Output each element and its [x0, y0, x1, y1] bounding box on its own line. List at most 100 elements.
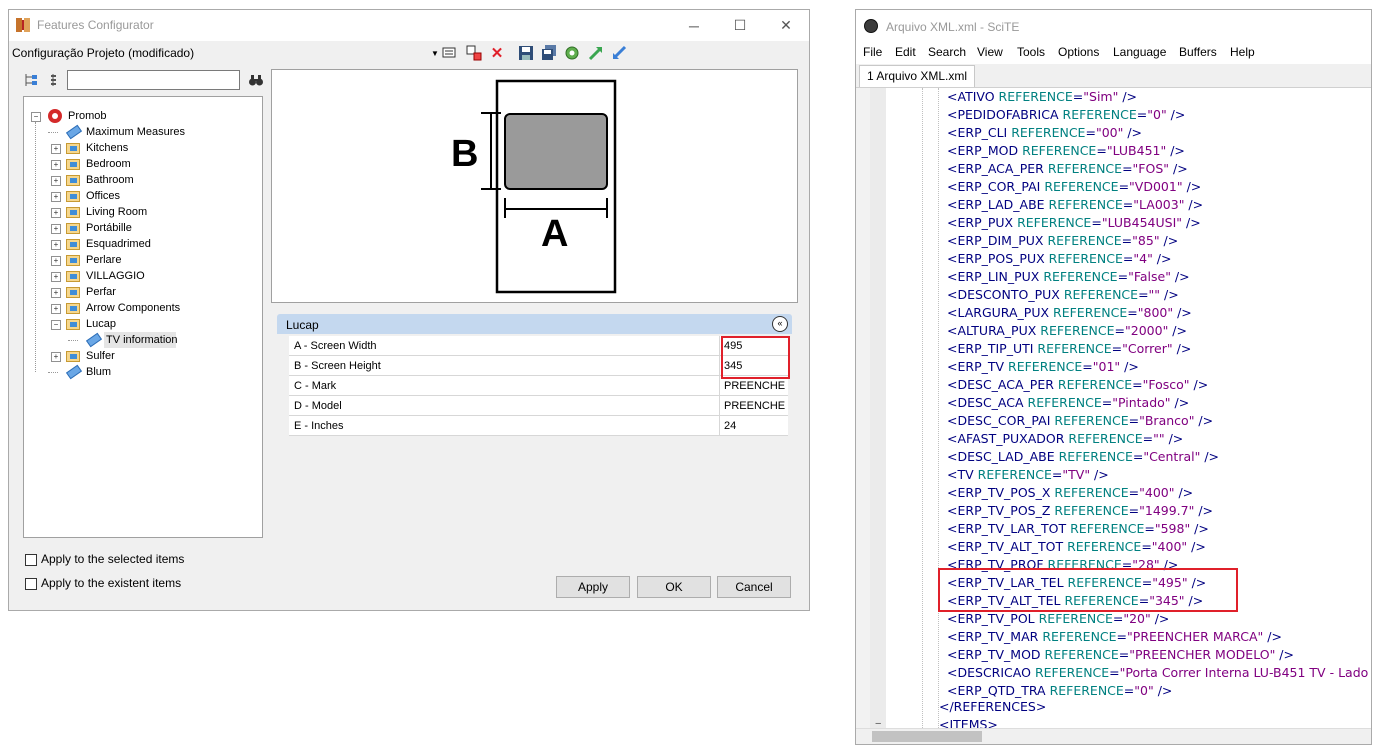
tree-item[interactable]: Blum [86, 364, 111, 380]
expand-icon[interactable]: + [51, 160, 61, 170]
expand-icon[interactable]: + [51, 208, 61, 218]
highlight-box-xml [938, 568, 1238, 612]
binoculars-icon[interactable] [248, 72, 264, 88]
menu-item[interactable]: Edit [895, 45, 916, 59]
tree-item[interactable]: Sulfer [86, 348, 115, 364]
tree-search-input[interactable] [67, 70, 240, 90]
maximize-button[interactable]: ☐ [717, 10, 763, 41]
xml-value: LUB451 [1112, 143, 1161, 158]
xml-tag: ERP_TV_MOD [957, 647, 1041, 662]
scite-title-bar[interactable]: Arquivo XML.xml - SciTE [856, 10, 1371, 42]
property-group-header[interactable]: Lucap « [277, 314, 792, 334]
property-value[interactable]: PREENCHEI [724, 380, 786, 392]
folder-icon [66, 239, 80, 250]
property-value[interactable]: PREENCHEI [724, 400, 786, 412]
expand-icon[interactable]: + [51, 256, 61, 266]
property-row[interactable]: C - Mark PREENCHEI [289, 376, 788, 396]
menu-item[interactable]: View [977, 45, 1003, 59]
tree-item[interactable]: Bedroom [86, 156, 131, 172]
expand-icon[interactable]: + [51, 224, 61, 234]
collapse-icon[interactable]: − [51, 320, 61, 330]
features-configurator-window: Features Configurator ─ ☐ ✕ Configuração… [8, 9, 810, 611]
cancel-button[interactable]: Cancel [717, 576, 791, 598]
horizontal-scrollbar[interactable] [856, 728, 1371, 744]
property-row[interactable]: A - Screen Width 495 [289, 336, 788, 356]
expand-icon[interactable]: + [51, 304, 61, 314]
fold-margin[interactable] [870, 88, 886, 728]
menu-item[interactable]: Options [1058, 45, 1099, 59]
menu-item[interactable]: File [863, 45, 882, 59]
tree-item[interactable]: Offices [86, 188, 120, 204]
features-tree[interactable]: − Promob Maximum Measures + Kitchens + Bedroom… [23, 96, 263, 538]
xml-tag: LARGURA_PUX [957, 305, 1050, 320]
menu-item[interactable]: Buffers [1179, 45, 1217, 59]
collapse-tree-icon[interactable] [47, 72, 63, 88]
settings-icon[interactable] [563, 44, 581, 62]
folder-icon [66, 271, 80, 282]
close-button[interactable]: ✕ [763, 10, 809, 41]
menu-item[interactable]: Language [1113, 45, 1166, 59]
tree-item[interactable]: Portábille [86, 220, 132, 236]
save-all-icon[interactable] [540, 44, 558, 62]
expand-icon[interactable]: + [51, 352, 61, 362]
xml-tag: ERP_TV [957, 359, 1005, 374]
code-line: <ERP_MOD REFERENCE="LUB451" /> [947, 143, 1185, 158]
tree-item[interactable]: Living Room [86, 204, 147, 220]
code-line: <DESC_COR_PAI REFERENCE="Branco" /> [947, 413, 1214, 428]
code-line: <ERP_PUX REFERENCE="LUB454USI" /> [947, 215, 1201, 230]
expand-icon[interactable]: + [51, 176, 61, 186]
menu-item[interactable]: Help [1230, 45, 1255, 59]
xml-value: 00 [1101, 125, 1118, 140]
code-line: <ERP_TV_MAR REFERENCE="PREENCHER MARCA" … [947, 629, 1282, 644]
delete-icon[interactable]: ✕ [488, 44, 506, 62]
minimize-button[interactable]: ─ [671, 10, 717, 41]
import-icon[interactable] [587, 44, 605, 62]
ok-button[interactable]: OK [637, 576, 711, 598]
add-row-icon[interactable] [441, 44, 459, 62]
code-line: <ERP_LIN_PUX REFERENCE="False" /> [947, 269, 1190, 284]
xml-tag: ATIVO [957, 89, 995, 104]
xml-value: Porta Correr Interna LU-B451 TV - Lado D… [1125, 665, 1371, 680]
collapse-group-icon[interactable]: « [772, 316, 788, 332]
property-value[interactable]: 24 [724, 420, 786, 432]
save-icon[interactable] [517, 44, 535, 62]
expand-tree-icon[interactable] [23, 72, 39, 88]
tree-item[interactable]: TV information [106, 332, 178, 348]
xml-tag: ERP_ACA_PER [957, 161, 1044, 176]
tree-item[interactable]: Bathroom [86, 172, 134, 188]
scite-logo-icon [864, 19, 878, 33]
expand-icon[interactable]: + [51, 144, 61, 154]
code-line: <ERP_TV_LAR_TOT REFERENCE="598" /> [947, 521, 1209, 536]
export-icon[interactable] [610, 44, 628, 62]
tree-item[interactable]: Esquadrimed [86, 236, 151, 252]
title-bar[interactable]: Features Configurator ─ ☐ ✕ [9, 10, 809, 41]
expand-icon[interactable]: + [51, 288, 61, 298]
property-row[interactable]: D - Model PREENCHEI [289, 396, 788, 416]
apply-button[interactable]: Apply [556, 576, 630, 598]
expand-icon[interactable]: + [51, 192, 61, 202]
apply-existent-checkbox[interactable] [25, 578, 37, 590]
tree-item[interactable]: Lucap [86, 316, 116, 332]
property-row[interactable]: B - Screen Height 345 [289, 356, 788, 376]
tree-connector [48, 372, 58, 373]
tree-item[interactable]: Perfar [86, 284, 116, 300]
code-line: <ERP_TV_POS_X REFERENCE="400" /> [947, 485, 1194, 500]
tree-item[interactable]: Maximum Measures [86, 124, 185, 140]
collapse-icon[interactable]: − [31, 112, 41, 122]
tree-root[interactable]: Promob [68, 108, 107, 124]
column-divider [719, 376, 720, 396]
tree-item[interactable]: Perlare [86, 252, 121, 268]
menu-item[interactable]: Search [928, 45, 966, 59]
apply-selected-checkbox[interactable] [25, 554, 37, 566]
property-row[interactable]: E - Inches 24 [289, 416, 788, 436]
expand-icon[interactable]: + [51, 240, 61, 250]
tree-item[interactable]: Kitchens [86, 140, 128, 156]
move-item-icon[interactable] [465, 44, 483, 62]
expand-icon[interactable]: + [51, 272, 61, 282]
scite-tab-file[interactable]: 1 Arquivo XML.xml [859, 65, 976, 87]
scrollbar-thumb[interactable] [872, 731, 982, 742]
tree-item[interactable]: Arrow Components [86, 300, 180, 316]
xml-value: PREENCHER MODELO [1135, 647, 1270, 662]
menu-item[interactable]: Tools [1017, 45, 1045, 59]
tree-item[interactable]: VILLAGGIO [86, 268, 145, 284]
